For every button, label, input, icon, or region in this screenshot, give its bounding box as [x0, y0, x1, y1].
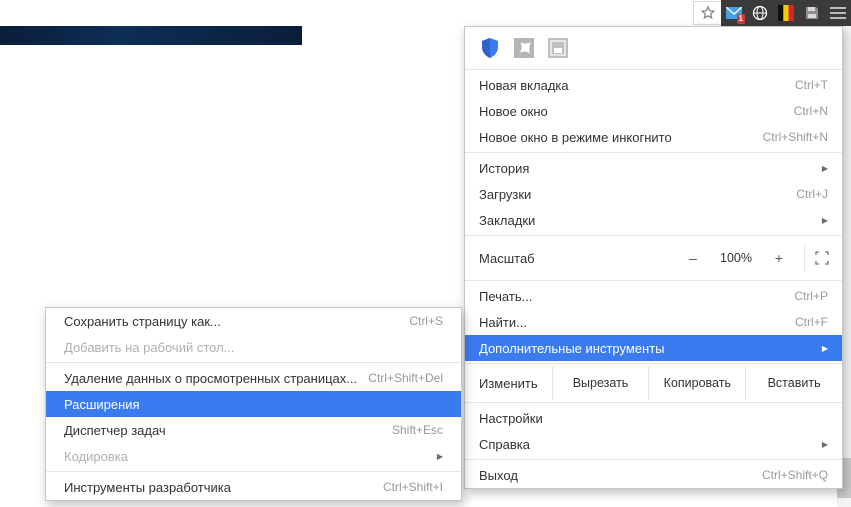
menu-new-window[interactable]: Новое окно Ctrl+N	[465, 98, 842, 124]
menu-item-shortcut: Ctrl+P	[794, 289, 828, 303]
menu-item-label: Сохранить страницу как...	[64, 314, 409, 329]
hamburger-menu-button[interactable]	[825, 0, 851, 26]
menu-item-label: Настройки	[479, 411, 828, 426]
menu-bookmarks[interactable]: Закладки	[465, 207, 842, 233]
menu-item-shortcut: Ctrl+F	[795, 315, 828, 329]
menu-item-label: Выход	[479, 468, 762, 483]
menu-incognito[interactable]: Новое окно в режиме инкогнито Ctrl+Shift…	[465, 124, 842, 150]
menu-new-tab[interactable]: Новая вкладка Ctrl+T	[465, 72, 842, 98]
menu-item-label: Найти...	[479, 315, 795, 330]
menu-item-label: Добавить на рабочий стол...	[64, 340, 443, 355]
pdf-app-button[interactable]	[513, 37, 535, 59]
submenu-add-desktop: Добавить на рабочий стол...	[46, 334, 461, 360]
menu-settings[interactable]: Настройки	[465, 405, 842, 431]
menu-item-label: Новая вкладка	[479, 78, 795, 93]
menu-item-label: История	[479, 161, 814, 176]
separator	[465, 152, 842, 153]
menu-item-label: Удаление данных о просмотренных страница…	[64, 371, 368, 386]
menu-downloads[interactable]: Загрузки Ctrl+J	[465, 181, 842, 207]
globe-icon	[752, 5, 768, 21]
separator	[465, 363, 842, 364]
zoom-label: Масштаб	[479, 251, 674, 266]
menu-more-tools[interactable]: Дополнительные инструменты	[465, 335, 842, 361]
menu-item-label: Расширения	[64, 397, 443, 412]
flag-icon	[778, 5, 794, 21]
more-tools-submenu: Сохранить страницу как... Ctrl+S Добавит…	[45, 307, 462, 501]
edit-label: Изменить	[465, 366, 552, 400]
pdf-icon	[514, 38, 534, 58]
capture-icon	[548, 38, 568, 58]
browser-toolbar: 1	[689, 0, 851, 26]
menu-history[interactable]: История	[465, 155, 842, 181]
menu-item-shortcut: Ctrl+S	[409, 314, 443, 328]
bookmark-star-button[interactable]	[693, 1, 721, 25]
extension-strip: 1	[721, 0, 851, 26]
mail-extension-button[interactable]: 1	[721, 0, 747, 26]
star-icon	[700, 5, 716, 21]
fullscreen-icon	[815, 251, 829, 265]
separator	[46, 471, 461, 472]
menu-edit-row: Изменить Вырезать Копировать Вставить	[465, 366, 842, 400]
menu-item-label: Загрузки	[479, 187, 796, 202]
floppy-icon	[804, 5, 820, 21]
menu-item-shortcut: Shift+Esc	[392, 423, 443, 437]
fullscreen-button[interactable]	[804, 244, 838, 272]
menu-item-label: Кодировка	[64, 449, 429, 464]
zoom-percent: 100%	[712, 251, 760, 265]
hamburger-icon	[830, 6, 846, 20]
separator	[465, 235, 842, 236]
menu-zoom-row: Масштаб – 100% +	[465, 238, 842, 278]
zoom-out-button[interactable]: –	[674, 244, 712, 272]
shield-icon	[480, 37, 500, 59]
shield-app-button[interactable]	[479, 37, 501, 59]
menu-find[interactable]: Найти... Ctrl+F	[465, 309, 842, 335]
menu-item-label: Новое окно	[479, 104, 794, 119]
submenu-save-page[interactable]: Сохранить страницу как... Ctrl+S	[46, 308, 461, 334]
page-content-sliver	[0, 26, 302, 45]
edit-paste-button[interactable]: Вставить	[745, 366, 842, 400]
edit-cut-button[interactable]: Вырезать	[552, 366, 649, 400]
menu-item-label: Диспетчер задач	[64, 423, 392, 438]
menu-exit[interactable]: Выход Ctrl+Shift+Q	[465, 462, 842, 488]
menu-item-shortcut: Ctrl+Shift+Q	[762, 468, 828, 482]
save-extension-button[interactable]	[799, 0, 825, 26]
main-menu: Новая вкладка Ctrl+T Новое окно Ctrl+N Н…	[464, 26, 843, 489]
submenu-encoding[interactable]: Кодировка	[46, 443, 461, 469]
menu-item-label: Печать...	[479, 289, 794, 304]
edit-copy-button[interactable]: Копировать	[648, 366, 745, 400]
menu-item-label: Инструменты разработчика	[64, 480, 383, 495]
extension-apps-row	[465, 27, 842, 67]
submenu-extensions[interactable]: Расширения	[46, 391, 461, 417]
menu-help[interactable]: Справка	[465, 431, 842, 457]
menu-item-shortcut: Ctrl+Shift+Del	[368, 371, 443, 385]
menu-item-shortcut: Ctrl+J	[796, 187, 828, 201]
submenu-task-manager[interactable]: Диспетчер задач Shift+Esc	[46, 417, 461, 443]
separator	[465, 280, 842, 281]
menu-item-label: Дополнительные инструменты	[479, 341, 814, 356]
submenu-dev-tools[interactable]: Инструменты разработчика Ctrl+Shift+I	[46, 474, 461, 500]
menu-print[interactable]: Печать... Ctrl+P	[465, 283, 842, 309]
zoom-in-button[interactable]: +	[760, 244, 798, 272]
mail-badge: 1	[737, 14, 745, 24]
menu-item-shortcut: Ctrl+Shift+N	[763, 130, 828, 144]
menu-item-label: Справка	[479, 437, 814, 452]
flag-extension-button[interactable]	[773, 0, 799, 26]
menu-item-label: Новое окно в режиме инкогнито	[479, 130, 763, 145]
separator	[465, 459, 842, 460]
menu-item-shortcut: Ctrl+Shift+I	[383, 480, 443, 494]
submenu-clear-browsing-data[interactable]: Удаление данных о просмотренных страница…	[46, 365, 461, 391]
separator	[465, 402, 842, 403]
menu-item-shortcut: Ctrl+T	[795, 78, 828, 92]
menu-item-label: Закладки	[479, 213, 814, 228]
capture-app-button[interactable]	[547, 37, 569, 59]
menu-item-shortcut: Ctrl+N	[794, 104, 828, 118]
separator	[465, 69, 842, 70]
globe-extension-button[interactable]	[747, 0, 773, 26]
separator	[46, 362, 461, 363]
